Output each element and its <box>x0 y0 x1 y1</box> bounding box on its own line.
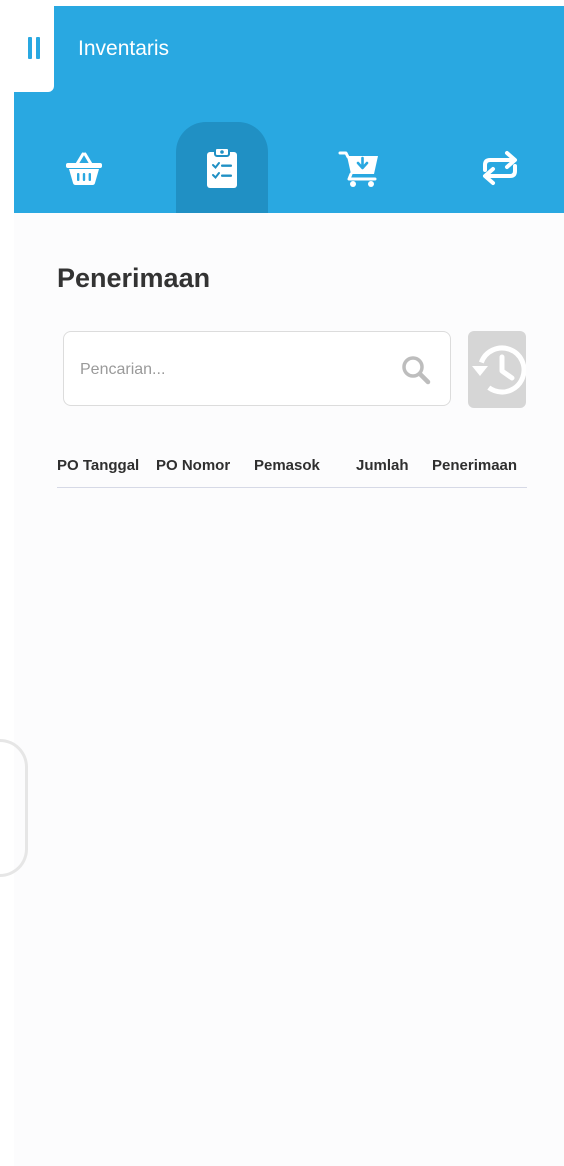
column-header-po-tanggal[interactable]: PO Tanggal <box>57 457 139 474</box>
table-header: PO Tanggal PO Nomor Pemasok Jumlah Pener… <box>57 457 527 488</box>
app-screen: Inventaris Penerimaan Pencarian... PO Ta… <box>0 6 564 1166</box>
menu-icon <box>28 37 42 59</box>
background-decoration <box>0 739 28 877</box>
column-header-pemasok[interactable]: Pemasok <box>254 457 320 474</box>
swap-arrows-icon <box>483 150 517 185</box>
search-box <box>63 331 451 406</box>
column-header-penerimaan[interactable]: Penerimaan <box>432 457 517 474</box>
module-tabs <box>14 122 564 213</box>
page-title: Penerimaan <box>57 263 211 293</box>
tab-basket[interactable] <box>38 122 130 213</box>
history-button[interactable] <box>468 331 526 408</box>
tab-clipboard[interactable] <box>176 122 268 213</box>
app-title: Inventaris <box>78 37 170 60</box>
search-icon[interactable] <box>400 354 432 386</box>
menu-button[interactable] <box>14 6 54 92</box>
column-header-jumlah[interactable]: Jumlah <box>356 457 409 474</box>
basket-icon <box>66 152 102 185</box>
cart-download-icon <box>338 151 378 187</box>
tab-cart[interactable] <box>314 122 406 213</box>
column-header-po-nomor[interactable]: PO Nomor <box>156 457 230 474</box>
tab-swap[interactable] <box>454 122 546 213</box>
top-app-bar: Inventaris <box>14 6 564 213</box>
search-input[interactable] <box>78 354 382 386</box>
history-icon <box>472 345 526 395</box>
clipboard-checklist-icon <box>207 146 237 188</box>
